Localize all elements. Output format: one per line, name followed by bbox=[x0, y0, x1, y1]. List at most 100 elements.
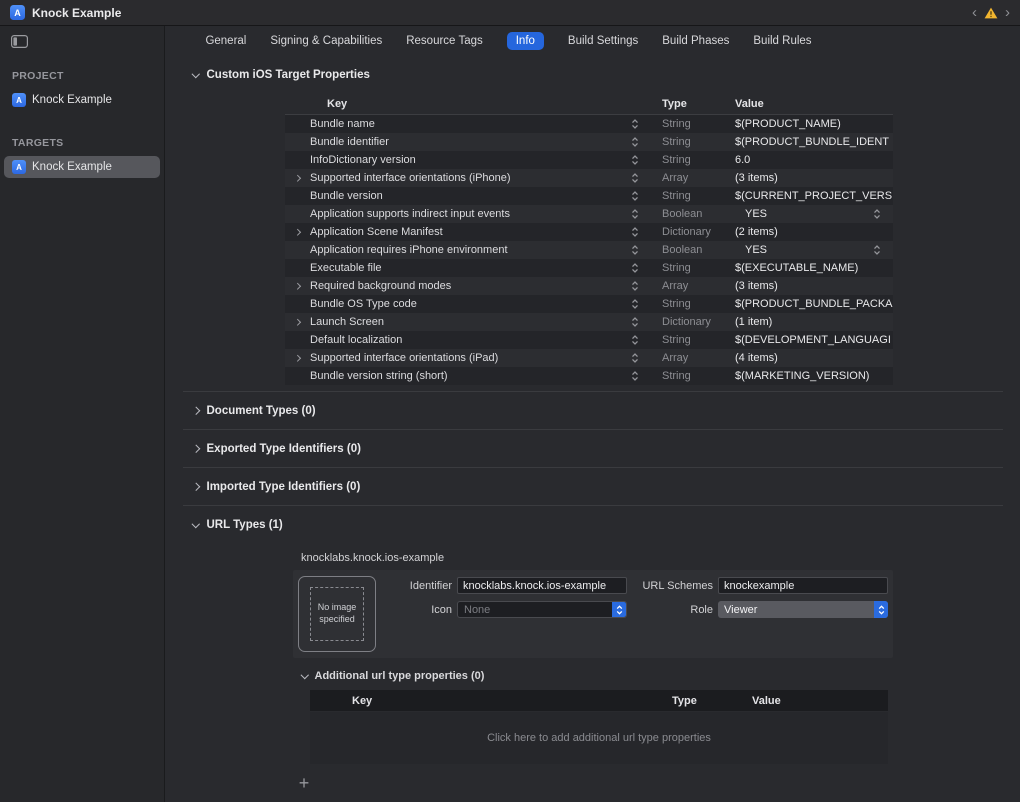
section-additional-url-type-properties[interactable]: Additional url type properties (0) bbox=[302, 670, 1003, 682]
chevron-right-icon[interactable] bbox=[294, 319, 300, 325]
add-url-type-button[interactable]: + bbox=[295, 775, 313, 793]
property-key-label: Supported interface orientations (iPad) bbox=[310, 352, 498, 364]
property-value-field[interactable]: 6.0 bbox=[730, 151, 893, 169]
key-stepper-icon[interactable] bbox=[631, 136, 639, 148]
key-stepper-icon[interactable] bbox=[631, 370, 639, 382]
disclosure-slot bbox=[285, 176, 310, 181]
back-chevron-icon[interactable]: ‹ bbox=[972, 6, 977, 20]
key-stepper-icon[interactable] bbox=[631, 244, 639, 256]
key-stepper-icon[interactable] bbox=[631, 298, 639, 310]
key-stepper-icon[interactable] bbox=[631, 334, 639, 346]
property-value-field[interactable]: $(PRODUCT_BUNDLE_IDENT bbox=[730, 133, 893, 151]
key-stepper-icon[interactable] bbox=[631, 352, 639, 364]
sidebar-item-target[interactable]: A Knock Example bbox=[4, 156, 160, 178]
property-value-label: $(PRODUCT_NAME) bbox=[735, 118, 841, 130]
tab-info[interactable]: Info bbox=[507, 32, 544, 50]
property-value-field[interactable]: YES bbox=[730, 205, 893, 223]
property-value-label: YES bbox=[745, 244, 767, 256]
property-value-field[interactable]: $(CURRENT_PROJECT_VERS bbox=[730, 187, 893, 205]
property-row[interactable]: Supported interface orientations (iPhone… bbox=[285, 169, 893, 187]
key-stepper-icon[interactable] bbox=[631, 280, 639, 292]
key-stepper-icon[interactable] bbox=[631, 316, 639, 328]
property-type-label: Array bbox=[650, 349, 730, 367]
property-row[interactable]: Application supports indirect input even… bbox=[285, 205, 893, 223]
column-header-type: Type bbox=[630, 695, 710, 707]
property-row[interactable]: Application requires iPhone environmentB… bbox=[285, 241, 893, 259]
property-key-cell: Bundle name bbox=[285, 115, 650, 133]
property-row[interactable]: InfoDictionary versionString6.0 bbox=[285, 151, 893, 169]
property-row[interactable]: Default localizationString$(DEVELOPMENT_… bbox=[285, 331, 893, 349]
warning-icon[interactable] bbox=[984, 7, 998, 19]
target-file-icon: A bbox=[12, 160, 26, 174]
property-row[interactable]: Bundle identifierString$(PRODUCT_BUNDLE_… bbox=[285, 133, 893, 151]
property-row[interactable]: Executable fileString$(EXECUTABLE_NAME) bbox=[285, 259, 893, 277]
titlebar-actions: ‹ › bbox=[972, 6, 1010, 20]
value-stepper-icon[interactable] bbox=[873, 208, 881, 220]
property-row[interactable]: Launch ScreenDictionary(1 item) bbox=[285, 313, 893, 331]
column-header-value: Value bbox=[730, 98, 893, 110]
property-row[interactable]: Supported interface orientations (iPad) A… bbox=[285, 349, 893, 367]
value-stepper-icon[interactable] bbox=[873, 244, 881, 256]
chevron-right-icon[interactable] bbox=[294, 283, 300, 289]
tab-build-rules[interactable]: Build Rules bbox=[753, 35, 811, 47]
property-value-field[interactable]: $(DEVELOPMENT_LANGUAGI bbox=[730, 331, 893, 349]
property-row[interactable]: Required background modesArray(3 items) bbox=[285, 277, 893, 295]
chevron-right-icon[interactable] bbox=[294, 229, 300, 235]
section-custom-ios-target-properties[interactable]: Custom iOS Target Properties bbox=[183, 56, 1003, 88]
property-value-field[interactable]: (1 item) bbox=[730, 313, 893, 331]
property-key-cell: Application supports indirect input even… bbox=[285, 205, 650, 223]
sidebar-toggle-icon[interactable] bbox=[11, 35, 28, 48]
key-stepper-icon[interactable] bbox=[631, 118, 639, 130]
key-stepper-icon[interactable] bbox=[631, 190, 639, 202]
url-schemes-field[interactable]: knockexample bbox=[718, 577, 888, 594]
role-dropdown[interactable]: Viewer bbox=[718, 601, 888, 618]
chevron-right-icon[interactable] bbox=[294, 175, 300, 181]
url-type-image-well[interactable]: No image specified bbox=[298, 576, 376, 652]
tab-resource-tags[interactable]: Resource Tags bbox=[406, 35, 483, 47]
tab-general[interactable]: General bbox=[205, 35, 246, 47]
property-value-field[interactable]: $(MARKETING_VERSION) bbox=[730, 367, 893, 385]
key-stepper-icon[interactable] bbox=[631, 208, 639, 220]
add-property-hint[interactable]: Click here to add additional url type pr… bbox=[310, 712, 888, 764]
property-value-field[interactable]: $(PRODUCT_BUNDLE_PACKA bbox=[730, 295, 893, 313]
key-stepper-icon[interactable] bbox=[631, 262, 639, 274]
section-imported-type-identifiers-0[interactable]: Imported Type Identifiers (0) bbox=[183, 468, 1003, 506]
chevron-right-icon[interactable] bbox=[294, 355, 300, 361]
property-type-label: Array bbox=[650, 169, 730, 187]
key-stepper-icon[interactable] bbox=[631, 226, 639, 238]
disclosure-slot bbox=[285, 230, 310, 235]
section-document-types-0[interactable]: Document Types (0) bbox=[183, 392, 1003, 430]
section-title: Document Types (0) bbox=[207, 405, 316, 417]
key-stepper-icon[interactable] bbox=[631, 172, 639, 184]
property-value-field[interactable]: (3 items) bbox=[730, 277, 893, 295]
section-exported-type-identifiers-0[interactable]: Exported Type Identifiers (0) bbox=[183, 430, 1003, 468]
identifier-field[interactable]: knocklabs.knock.ios-example bbox=[457, 577, 627, 594]
property-value-field[interactable]: $(PRODUCT_NAME) bbox=[730, 115, 893, 133]
key-stepper-icon[interactable] bbox=[631, 154, 639, 166]
property-value-label: (4 items) bbox=[735, 352, 778, 364]
icon-dropdown[interactable]: None bbox=[457, 601, 627, 618]
section-url-types[interactable]: URL Types (1) bbox=[183, 506, 1003, 544]
property-row[interactable]: Application Scene ManifestDictionary(2 i… bbox=[285, 223, 893, 241]
property-row[interactable]: Bundle OS Type codeString$(PRODUCT_BUNDL… bbox=[285, 295, 893, 313]
property-row[interactable]: Bundle nameString$(PRODUCT_NAME) bbox=[285, 115, 893, 133]
property-value-label: (3 items) bbox=[735, 280, 778, 292]
tab-build-phases[interactable]: Build Phases bbox=[662, 35, 729, 47]
property-key-label: Required background modes bbox=[310, 280, 451, 292]
property-value-field[interactable]: YES bbox=[730, 241, 893, 259]
tab-signing-capabilities[interactable]: Signing & Capabilities bbox=[270, 35, 382, 47]
property-type-label: String bbox=[650, 259, 730, 277]
property-value-field[interactable]: (2 items) bbox=[730, 223, 893, 241]
sidebar-item-project[interactable]: A Knock Example bbox=[4, 89, 160, 111]
section-title: Additional url type properties (0) bbox=[315, 670, 485, 682]
property-value-field[interactable]: $(EXECUTABLE_NAME) bbox=[730, 259, 893, 277]
property-value-field[interactable]: (3 items) bbox=[730, 169, 893, 187]
property-key-cell: InfoDictionary version bbox=[285, 151, 650, 169]
property-key-label: Application supports indirect input even… bbox=[310, 208, 510, 220]
url-type-item-title: knocklabs.knock.ios-example bbox=[301, 552, 1003, 564]
property-row[interactable]: Bundle versionString$(CURRENT_PROJECT_VE… bbox=[285, 187, 893, 205]
forward-chevron-icon[interactable]: › bbox=[1005, 6, 1010, 20]
property-row[interactable]: Bundle version string (short)String$(MAR… bbox=[285, 367, 893, 385]
property-value-field[interactable]: (4 items) bbox=[730, 349, 893, 367]
tab-build-settings[interactable]: Build Settings bbox=[568, 35, 638, 47]
